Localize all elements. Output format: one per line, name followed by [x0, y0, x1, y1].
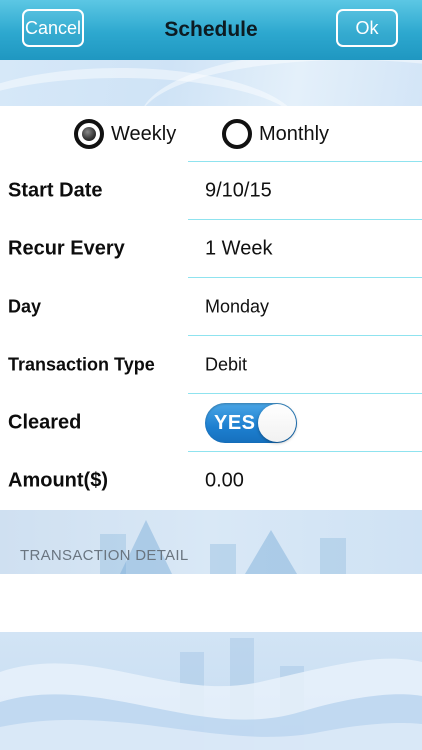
- frequency-selector: Weekly Monthly: [0, 106, 422, 162]
- radio-label-monthly: Monthly: [259, 122, 330, 145]
- transaction-type-row[interactable]: Transaction Type Debit: [0, 336, 422, 394]
- radio-label-weekly: Weekly: [111, 122, 177, 145]
- ok-button[interactable]: Ok: [336, 9, 398, 47]
- recur-every-value[interactable]: 1 Week: [205, 238, 272, 261]
- footer-background-art: [0, 632, 422, 750]
- transaction-type-label: Transaction Type: [8, 354, 155, 375]
- start-date-row[interactable]: Start Date 9/10/15: [0, 162, 422, 220]
- radio-unselected-icon: [222, 119, 252, 149]
- recur-every-label: Recur Every: [8, 237, 125, 260]
- cleared-row: Cleared YES: [0, 394, 422, 452]
- amount-value[interactable]: 0.00: [205, 470, 244, 493]
- header-background-art: [0, 60, 422, 106]
- transaction-type-value[interactable]: Debit: [205, 355, 247, 376]
- amount-label: Amount($): [8, 469, 108, 492]
- start-date-label: Start Date: [8, 179, 103, 202]
- toggle-knob[interactable]: [258, 404, 296, 442]
- radio-selected-icon: [74, 119, 104, 149]
- cleared-toggle[interactable]: YES: [205, 403, 297, 443]
- navigation-bar: Cancel Schedule Ok: [0, 0, 422, 60]
- start-date-value[interactable]: 9/10/15: [205, 180, 272, 203]
- section-background-art: TRANSACTION DETAIL: [0, 510, 422, 574]
- amount-row[interactable]: Amount($) 0.00: [0, 452, 422, 510]
- cancel-button[interactable]: Cancel: [22, 9, 84, 47]
- radio-option-weekly[interactable]: Weekly: [74, 119, 176, 149]
- toggle-text: YES: [214, 412, 256, 434]
- day-row[interactable]: Day Monday: [0, 278, 422, 336]
- transaction-detail-header: TRANSACTION DETAIL: [20, 547, 189, 564]
- transaction-detail-field[interactable]: [0, 574, 422, 632]
- cleared-label: Cleared: [8, 411, 82, 434]
- recur-every-row[interactable]: Recur Every 1 Week: [0, 220, 422, 278]
- radio-option-monthly[interactable]: Monthly: [222, 119, 329, 149]
- day-value[interactable]: Monday: [205, 297, 269, 318]
- schedule-form: Weekly Monthly Start Date 9/10/15 Recur …: [0, 106, 422, 510]
- page-title: Schedule: [164, 18, 258, 41]
- day-label: Day: [8, 296, 42, 317]
